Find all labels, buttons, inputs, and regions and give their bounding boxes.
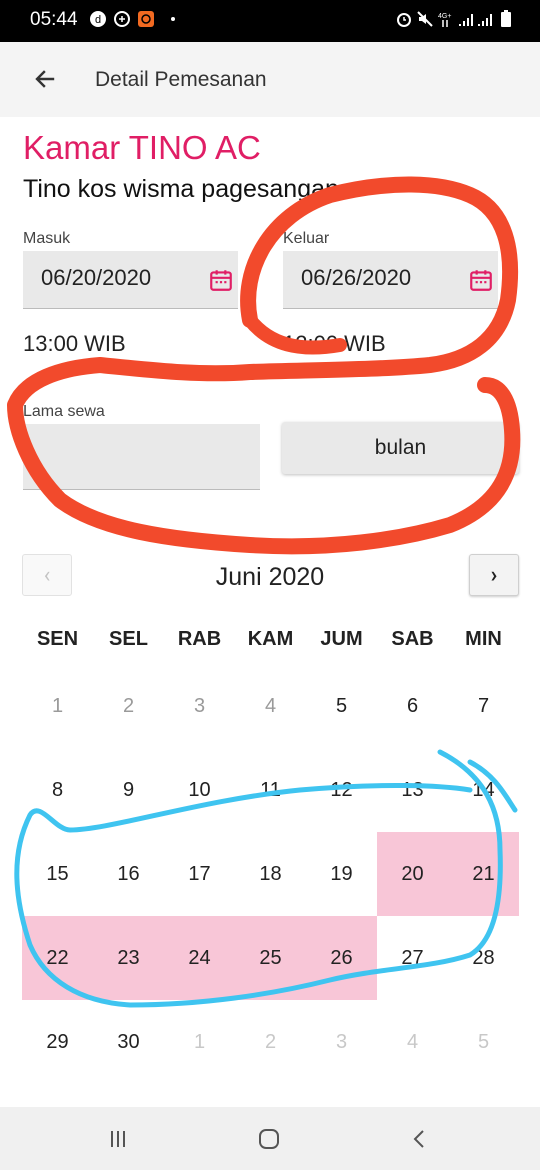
calendar-day[interactable]: 6 (377, 664, 448, 748)
network-4g-icon: 4G+ (438, 13, 451, 27)
weekday-header: RAB (177, 628, 222, 650)
red-annotation-loop (7, 176, 521, 555)
weekday-header: MIN (465, 628, 502, 650)
system-nav-bar (0, 1107, 540, 1170)
signal-icon (459, 14, 473, 26)
duration-input[interactable] (23, 424, 260, 490)
calendar-day: 3 (193, 694, 206, 717)
calendar-day[interactable]: 18 (235, 832, 306, 916)
signal-2-icon (478, 14, 492, 26)
calendar-day: 1 (51, 694, 64, 717)
check-out-time: 12:00 WIB (283, 331, 386, 356)
page-title: Detail Pemesanan (95, 68, 267, 91)
calendar-day-other-month: 1 (193, 1030, 206, 1053)
weekday-header: JUM (320, 628, 363, 650)
alarm-icon (397, 13, 411, 27)
status-bar: 05:44 d 4G+ (0, 0, 540, 42)
check-out-date-field[interactable]: 06/26/2020 (283, 251, 498, 309)
notification-d-icon: d (90, 11, 106, 27)
weekday-header: SAB (391, 628, 434, 650)
system-back-button[interactable] (400, 1121, 440, 1157)
check-out-date: 06/26/2020 (301, 265, 412, 290)
check-in-time: 13:00 WIB (23, 331, 126, 356)
calendar-day[interactable]: 17 (164, 832, 235, 916)
calendar-day-selected[interactable]: 22 (22, 916, 93, 1000)
home-icon (259, 1129, 279, 1149)
duration-unit-button[interactable]: bulan (282, 422, 519, 474)
calendar-day-selected[interactable]: 23 (93, 916, 164, 1000)
next-month-button[interactable]: › (469, 554, 519, 596)
calendar-day-selected[interactable]: 24 (164, 916, 235, 1000)
battery-icon (501, 10, 511, 27)
svg-text:d: d (95, 14, 101, 26)
calendar-day-selected[interactable]: 20 (377, 832, 448, 916)
recent-apps-button[interactable] (98, 1121, 138, 1157)
calendar-day-other-month: 5 (477, 1030, 490, 1053)
status-time: 05:44 (30, 9, 78, 30)
mute-icon (417, 11, 433, 27)
app-bar: Detail Pemesanan (0, 42, 540, 117)
calendar-day[interactable]: 15 (22, 832, 93, 916)
calendar-day[interactable]: 11 (235, 748, 306, 832)
room-subtitle: Tino kos wisma pagesangan (23, 175, 339, 203)
calendar-icon[interactable] (468, 267, 494, 293)
weekday-header: SEN (36, 628, 79, 650)
svg-text:4G+: 4G+ (438, 13, 451, 20)
calendar-day[interactable]: 27 (377, 916, 448, 1000)
calendar-day-selected[interactable]: 26 (306, 916, 377, 1000)
check-in-label: Masuk (23, 230, 71, 247)
dot-icon (171, 17, 175, 21)
calendar-day[interactable]: 30 (93, 1000, 164, 1084)
calendar-day[interactable]: 10 (164, 748, 235, 832)
calendar-day[interactable]: 12 (306, 748, 377, 832)
calendar-day[interactable]: 19 (306, 832, 377, 916)
calendar-day[interactable]: 29 (22, 1000, 93, 1084)
check-in-date-field[interactable]: 06/20/2020 (23, 251, 238, 309)
home-button[interactable] (249, 1121, 289, 1157)
calendar-day-other-month: 4 (406, 1030, 419, 1053)
duration-label: Lama sewa (23, 403, 105, 420)
recent-apps-icon (111, 1131, 125, 1147)
calendar-day[interactable]: 7 (448, 664, 519, 748)
calendar-icon[interactable] (208, 267, 234, 293)
app-notification-icon (138, 11, 154, 27)
weekday-header: KAM (247, 628, 294, 650)
message-icon (114, 11, 130, 27)
arrow-left-icon (35, 70, 55, 88)
calendar-day: 2 (122, 694, 135, 717)
check-in-date: 06/20/2020 (41, 265, 152, 290)
room-title: Kamar TINO AC (23, 129, 261, 166)
weekday-header: SEL (109, 628, 148, 650)
calendar-day[interactable]: 9 (93, 748, 164, 832)
calendar-day-selected[interactable]: 25 (235, 916, 306, 1000)
calendar-day-other-month: 2 (264, 1030, 277, 1053)
calendar-day: 4 (264, 694, 277, 717)
calendar-day[interactable]: 13 (377, 748, 448, 832)
calendar-day-other-month: 3 (335, 1030, 348, 1053)
back-button[interactable] (28, 62, 62, 96)
chevron-left-icon (413, 1130, 424, 1148)
calendar-day[interactable]: 16 (93, 832, 164, 916)
calendar-day[interactable]: 5 (306, 664, 377, 748)
check-out-label: Keluar (283, 230, 330, 247)
calendar-day-selected[interactable]: 21 (448, 832, 519, 916)
calendar-day[interactable]: 14 (448, 748, 519, 832)
calendar-day[interactable]: 28 (448, 916, 519, 1000)
prev-month-button[interactable]: ‹ (22, 554, 72, 596)
month-title: Juni 2020 (215, 563, 325, 591)
calendar-day[interactable]: 8 (22, 748, 93, 832)
